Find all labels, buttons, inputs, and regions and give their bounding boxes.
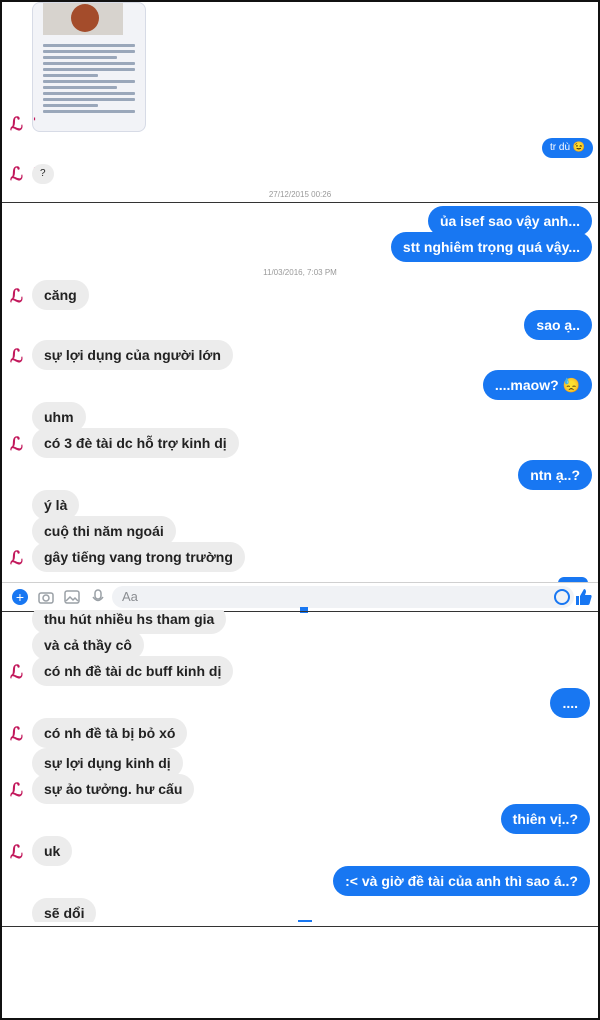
avatar-icon[interactable]: ℒ' [10, 724, 36, 746]
message-outgoing: sao ạ.. [524, 310, 592, 340]
emoji-icon[interactable] [554, 589, 570, 605]
message-incoming: có 3 đè tài dc hỗ trợ kinh dị [32, 428, 239, 458]
chat-section-2: ủa isef sao vậy anh... stt nghiêm trọng … [2, 202, 598, 610]
message-incoming: có nh đề tà bị bỏ xó [32, 718, 188, 748]
message-outgoing: ntn ạ..? [518, 460, 592, 490]
message-incoming: sự ảo tưởng. hư cấu [32, 774, 195, 804]
screenshot-divider [2, 926, 598, 927]
message-outgoing: .... [550, 688, 590, 718]
message-outgoing: tr dù 😉 [542, 138, 594, 158]
avatar-icon[interactable]: ℒ' [10, 842, 36, 864]
plus-icon[interactable]: + [12, 589, 28, 605]
message-outgoing: :< và giờ đề tài của anh thì sao á..? [333, 866, 590, 896]
microphone-icon[interactable] [90, 589, 106, 605]
image-icon[interactable] [64, 589, 80, 605]
avatar-icon[interactable]: ℒ' [10, 434, 36, 456]
message-text: tr dù [550, 142, 571, 153]
avatar-icon[interactable]: ℒ' [10, 780, 36, 802]
like-icon[interactable] [574, 587, 594, 607]
chat-section-3: thu hút nhiều hs tham gia và cả thầy cô … [2, 610, 598, 922]
screenshot-handle [298, 920, 312, 922]
document-text-lines [43, 41, 135, 116]
chat-timestamp: 27/12/2015 00:26 [268, 190, 332, 199]
document-thumbnail [43, 3, 123, 35]
avatar-icon[interactable]: ℒ' [10, 346, 36, 368]
message-incoming: căng [32, 280, 89, 310]
message-incoming: có nh đề tài dc buff kinh dị [32, 656, 234, 686]
message-input[interactable]: Aa [112, 586, 574, 608]
message-incoming: sẽ dổi [32, 898, 97, 922]
message-incoming: sự lợi dụng của người lớn [32, 340, 233, 370]
message-text: ....maow? [494, 377, 559, 393]
shared-document-preview[interactable] [32, 2, 146, 132]
screenshot-frame: ℒ' tr dù 😉 ℒ' ? 27/12/2015 00:26 ủa isef… [0, 0, 600, 1020]
message-incoming: gây tiếng vang trong trường [32, 542, 245, 572]
wink-emoji: 😉 [572, 142, 586, 153]
avatar-icon[interactable]: ℒ' [10, 164, 36, 186]
chat-section-1: ℒ' tr dù 😉 ℒ' ? 27/12/2015 00:26 [2, 2, 598, 202]
chat-timestamp: 11/03/2016, 7:03 PM [263, 268, 337, 277]
message-outgoing: ....maow? 😓 [482, 370, 592, 400]
message-incoming: uk [32, 836, 73, 866]
avatar-icon[interactable]: ℒ' [10, 548, 36, 570]
message-incoming: ? [32, 164, 54, 184]
sweat-emoji: 😓 [562, 377, 580, 393]
avatar-icon[interactable]: ℒ' [10, 114, 36, 136]
avatar-icon[interactable]: ℒ' [10, 286, 36, 308]
message-outgoing: thiên vị..? [500, 804, 590, 834]
message-outgoing: stt nghiêm trọng quá vậy... [390, 232, 592, 262]
avatar-icon[interactable]: ℒ' [10, 662, 36, 684]
camera-icon[interactable] [38, 589, 54, 605]
